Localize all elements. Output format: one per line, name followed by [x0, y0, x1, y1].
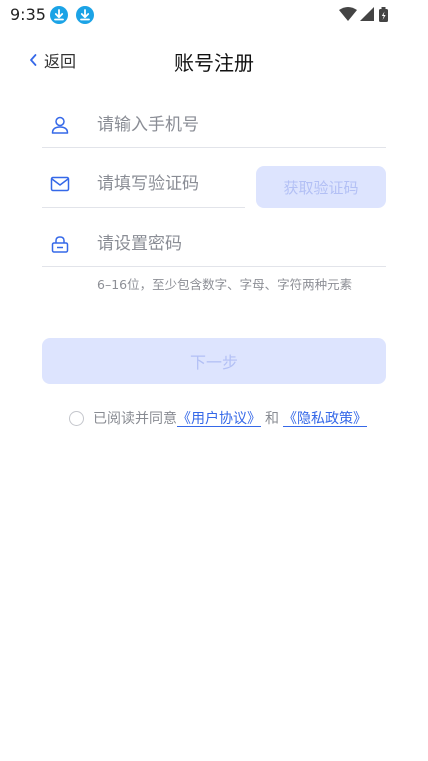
agreement-checkbox[interactable] [69, 410, 84, 426]
agreement-and: 和 [265, 411, 279, 427]
user-agreement-link[interactable]: 《用户协议》 [177, 408, 261, 428]
mail-icon [50, 176, 70, 192]
system-status-icons [339, 7, 388, 22]
status-bar: 9:35 [0, 0, 428, 30]
user-icon [51, 116, 69, 134]
navigation-bar: 返回 账号注册 [0, 40, 428, 80]
password-input[interactable] [97, 229, 377, 259]
phone-field [42, 110, 386, 148]
status-time: 9:35 [10, 5, 46, 24]
download-icon [76, 6, 94, 24]
agreement-prefix: 已阅读并同意 [93, 411, 177, 427]
wifi-icon [339, 7, 357, 21]
code-field [42, 169, 245, 208]
phone-input[interactable] [97, 110, 377, 140]
download-icon [50, 6, 68, 24]
signal-icon [360, 7, 374, 21]
code-input[interactable] [97, 169, 242, 199]
password-field [42, 229, 386, 267]
agreement-row: 已阅读并同意 《用户协议》 和 《隐私政策》 [69, 408, 367, 428]
get-code-button[interactable]: 获取验证码 [256, 166, 386, 208]
page-title: 账号注册 [174, 51, 254, 75]
privacy-policy-link[interactable]: 《隐私政策》 [283, 408, 367, 428]
next-button[interactable]: 下一步 [42, 338, 386, 384]
password-hint: 6–16位，至少包含数字、字母、字符两种元素 [97, 277, 353, 292]
lock-icon [51, 236, 69, 253]
